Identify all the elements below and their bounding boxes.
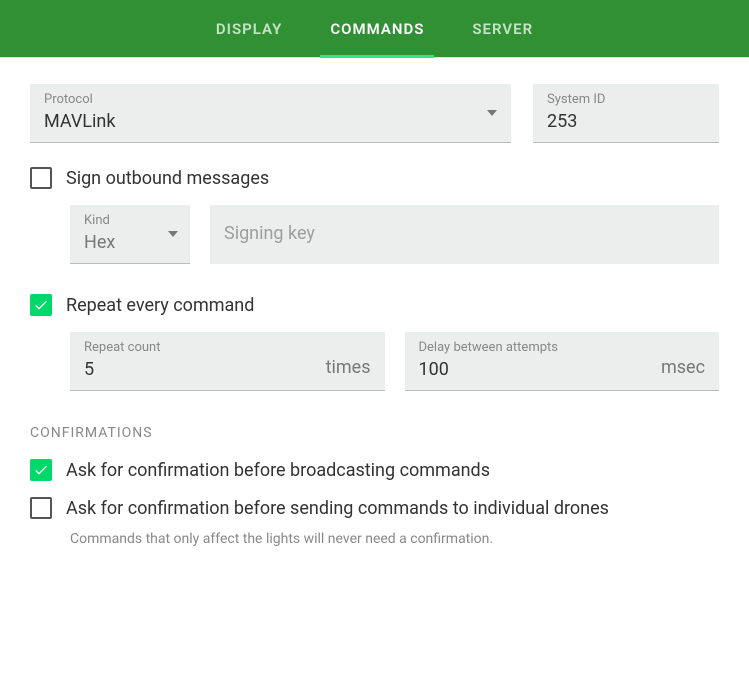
repeat-label: Repeat every command xyxy=(66,295,254,316)
confirm-individual-label: Ask for confirmation before sending comm… xyxy=(66,498,609,519)
kind-value: Hex xyxy=(84,232,176,253)
system-id-label: System ID xyxy=(547,92,705,107)
sign-label: Sign outbound messages xyxy=(66,168,269,189)
tab-bar: DISPLAY COMMANDS SERVER xyxy=(0,0,749,58)
repeat-count-value: 5 xyxy=(84,359,315,380)
check-icon xyxy=(33,297,49,313)
confirm-individual-checkbox[interactable] xyxy=(30,497,52,519)
sign-checkbox[interactable] xyxy=(30,167,52,189)
repeat-count-label: Repeat count xyxy=(84,340,315,355)
tab-commands[interactable]: COMMANDS xyxy=(326,0,428,58)
system-id-value: 253 xyxy=(547,111,705,132)
confirmations-header: CONFIRMATIONS xyxy=(30,425,719,441)
kind-select[interactable]: Kind Hex xyxy=(70,205,190,264)
delay-value: 100 xyxy=(419,359,650,380)
delay-label: Delay between attempts xyxy=(419,340,650,355)
protocol-select[interactable]: Protocol MAVLink xyxy=(30,84,511,143)
protocol-label: Protocol xyxy=(44,92,497,107)
delay-field[interactable]: Delay between attempts 100 msec xyxy=(405,332,720,391)
repeat-count-suffix: times xyxy=(326,357,371,378)
repeat-checkbox[interactable] xyxy=(30,294,52,316)
confirmations-help: Commands that only affect the lights wil… xyxy=(70,531,719,547)
tab-display[interactable]: DISPLAY xyxy=(212,0,286,58)
confirm-broadcast-label: Ask for confirmation before broadcasting… xyxy=(66,460,490,481)
kind-label: Kind xyxy=(84,213,176,228)
confirm-broadcast-checkbox[interactable] xyxy=(30,459,52,481)
tab-server[interactable]: SERVER xyxy=(468,0,537,58)
chevron-down-icon xyxy=(487,110,497,116)
system-id-field[interactable]: System ID 253 xyxy=(533,84,719,143)
signing-key-placeholder: Signing key xyxy=(224,223,315,244)
repeat-count-field[interactable]: Repeat count 5 times xyxy=(70,332,385,391)
check-icon xyxy=(33,462,49,478)
content: Protocol MAVLink System ID 253 Sign outb… xyxy=(0,58,749,573)
protocol-value: MAVLink xyxy=(44,111,497,132)
chevron-down-icon xyxy=(168,231,178,237)
delay-suffix: msec xyxy=(661,357,705,378)
signing-key-input[interactable]: Signing key xyxy=(210,205,719,264)
